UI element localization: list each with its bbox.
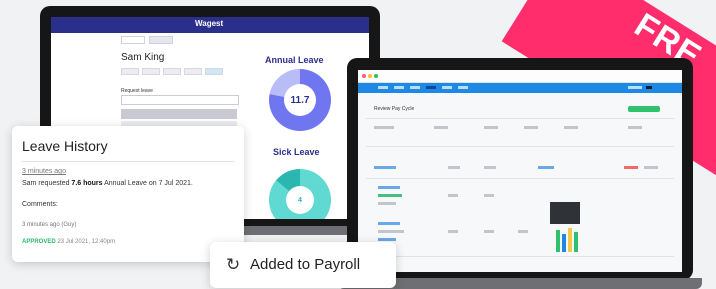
leave-line [378, 238, 396, 241]
chart-bar [568, 228, 572, 252]
row-cell [448, 230, 458, 233]
nav-item[interactable] [394, 86, 404, 89]
earnings-heading [378, 186, 400, 189]
request-prefix: Sam requested [22, 180, 72, 187]
chart-bar [574, 232, 578, 252]
row-cell [484, 194, 494, 197]
comment-meta: 3 minutes ago (Guy) [22, 222, 77, 228]
approved-date: 23 Jul 2021, 12:40pm [55, 239, 116, 245]
leave-history-title: Leave History [22, 138, 108, 154]
summary-cell [524, 126, 538, 129]
leave-history-card: Leave History 3 minutes ago Sam requeste… [12, 126, 244, 262]
toast-text: Added to Payroll [250, 256, 361, 273]
maximize-dot-icon [374, 74, 378, 78]
app-brand: Wagest [195, 19, 224, 28]
profile-tab[interactable] [184, 68, 202, 75]
profile-tab[interactable] [121, 68, 139, 75]
leave-table-header [121, 109, 237, 119]
summary-cell [484, 126, 498, 129]
row-cell [448, 194, 458, 197]
profile-tabs [121, 68, 223, 75]
profile-tab[interactable] [142, 68, 160, 75]
nav-item-active[interactable] [426, 86, 436, 89]
time-ago-link[interactable]: 3 minutes ago [22, 168, 66, 175]
leave-request-text: Sam requested 7.6 hours Annual Leave on … [22, 180, 193, 187]
nav-item[interactable] [458, 86, 468, 89]
request-suffix: Annual Leave on 7 Jul 2021. [102, 180, 193, 187]
right-laptop-screen: Review Pay Cycle [358, 70, 682, 272]
profile-tab-active[interactable] [205, 68, 223, 75]
chart-bar [562, 234, 566, 252]
annual-leave-value: 11.7 [284, 84, 316, 116]
leave-type-select[interactable] [121, 95, 239, 105]
payroll-nav [358, 83, 682, 93]
leave-line [378, 230, 404, 233]
earnings-line [378, 202, 396, 205]
added-to-payroll-toast: ↻ Added to Payroll [210, 242, 396, 288]
pay-cycle-title: Review Pay Cycle [374, 106, 415, 112]
sick-leave-title: Sick Leave [273, 147, 320, 157]
minimize-dot-icon [368, 74, 372, 78]
row-cell [448, 166, 460, 169]
row-cell [644, 166, 658, 169]
request-hours: 7.6 hours [71, 180, 103, 187]
divider [22, 161, 234, 162]
tab[interactable] [149, 36, 173, 44]
close-dot-icon [362, 74, 366, 78]
annual-leave-donut: 11.7 [269, 69, 331, 131]
avatar[interactable] [646, 86, 652, 89]
row-cell [624, 166, 638, 169]
summary-cell [564, 126, 578, 129]
nav-item[interactable] [378, 86, 388, 89]
row-cell [538, 166, 554, 169]
annual-leave-title: Annual Leave [265, 55, 324, 65]
row-cell [484, 166, 496, 169]
summary-cell [628, 126, 642, 129]
finalise-button[interactable] [628, 106, 660, 112]
nav-user[interactable] [628, 86, 642, 89]
browser-bar [358, 70, 682, 83]
employee-name: Sam King [121, 52, 165, 63]
sick-leave-value: 4 [286, 186, 314, 214]
leave-heading [378, 222, 400, 225]
sick-leave-donut: 4 [269, 169, 331, 219]
tooltip-popup [550, 202, 580, 224]
summary-cell [434, 126, 448, 129]
sync-icon: ↻ [226, 255, 241, 274]
profile-tab[interactable] [163, 68, 181, 75]
row-cell [518, 230, 528, 233]
nav-item[interactable] [442, 86, 452, 89]
comments-label: Comments: [22, 201, 58, 208]
request-leave-label: Request leave [121, 88, 153, 94]
summary-cell [374, 126, 394, 129]
tab-active[interactable] [121, 36, 145, 44]
nav-item[interactable] [410, 86, 420, 89]
employee-link[interactable] [374, 166, 396, 169]
row-cell [484, 230, 494, 233]
tab-bar [121, 36, 173, 44]
chart-bar [556, 230, 560, 252]
approval-status: APPROVED 23 Jul 2021, 12:40pm [22, 239, 115, 245]
earnings-line [378, 194, 402, 197]
approved-badge: APPROVED [22, 239, 56, 245]
